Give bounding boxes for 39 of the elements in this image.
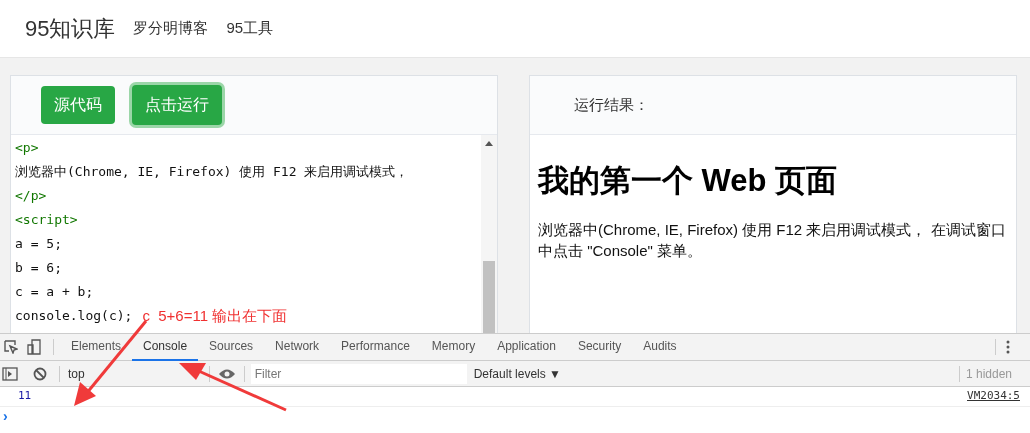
result-title: 运行结果： xyxy=(574,94,649,115)
clear-console-icon[interactable] xyxy=(33,366,47,381)
annotation-text: c 5+6=11 输出在下面 xyxy=(142,305,288,326)
code-line: a = 5; xyxy=(15,235,62,254)
code-line: b = 6; xyxy=(15,259,62,278)
scroll-up-icon[interactable] xyxy=(485,141,493,146)
code-line: c = a + b; xyxy=(15,283,94,302)
nav-link[interactable]: 95工具 xyxy=(226,17,274,40)
devtools-tab[interactable]: Audits xyxy=(632,333,688,361)
context-dropdown[interactable]: top xyxy=(68,363,85,384)
levels-dropdown[interactable]: Default levels ▼ xyxy=(473,364,561,383)
page-paragraph: 浏览器中(Chrome, IE, Firefox) 使用 F12 来启用调试模式， 在调试窗口中点击 "Console" 菜单。 xyxy=(538,220,1007,261)
devtools-tab[interactable]: Elements xyxy=(60,333,133,361)
code-line: <p> xyxy=(15,139,39,158)
scroll-thumb[interactable] xyxy=(483,261,495,333)
console-prompt[interactable]: › xyxy=(3,405,8,427)
code-line: <script> xyxy=(15,211,78,230)
code-line: 浏览器中(Chrome, IE, Firefox) 使用 F12 来启用调试模式， xyxy=(15,163,409,182)
devtools-tab[interactable]: Performance xyxy=(330,333,421,361)
more-options-icon[interactable] xyxy=(1006,340,1010,354)
devtools-tab[interactable]: Sources xyxy=(198,333,265,361)
code-line: </p> xyxy=(15,187,47,206)
scrollbar[interactable] xyxy=(481,135,497,333)
nav-link[interactable]: 罗分明博客 xyxy=(133,17,209,40)
devtools-tab[interactable]: Network xyxy=(264,333,331,361)
log-value: 11 xyxy=(18,388,32,405)
filter-field[interactable]: Filter xyxy=(250,363,467,384)
source-link[interactable]: VM2034:5 xyxy=(967,388,1020,405)
sidebar-toggle-icon[interactable] xyxy=(2,366,18,381)
page-heading: 我的第一个 Web 页面 xyxy=(538,162,839,200)
device-toggle-icon[interactable] xyxy=(27,339,41,355)
inspect-icon[interactable] xyxy=(4,340,18,354)
hidden-count: 1 hidden xyxy=(965,365,1012,383)
devtools-tab[interactable]: Memory xyxy=(420,333,487,361)
site-logo[interactable]: 95知识库 xyxy=(25,12,116,45)
eye-icon[interactable] xyxy=(217,367,236,380)
devtools-tab[interactable]: Application xyxy=(486,333,567,361)
code-line: console.log(c); xyxy=(15,307,133,326)
devtools-tab[interactable]: Security xyxy=(566,333,633,361)
